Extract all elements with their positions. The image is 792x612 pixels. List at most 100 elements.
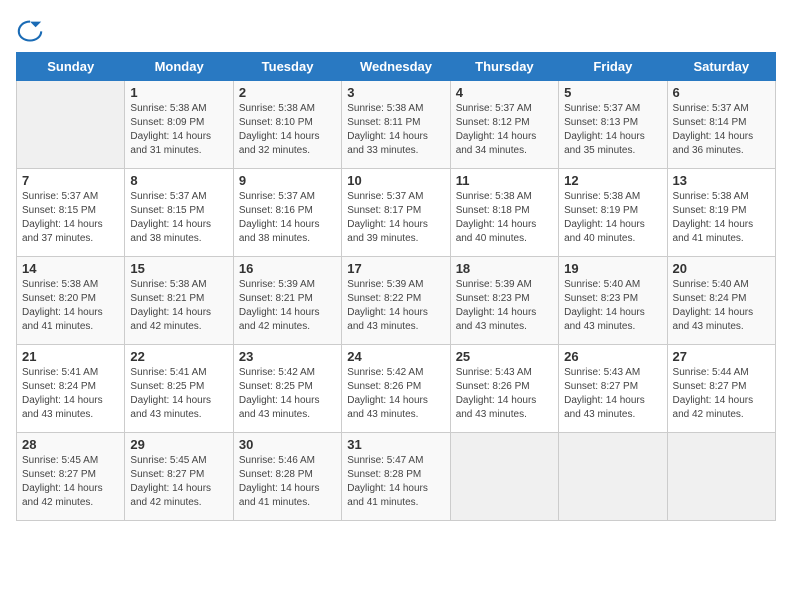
calendar-cell: 5 Sunrise: 5:37 AM Sunset: 8:13 PM Dayli…	[559, 81, 667, 169]
day-info: Sunrise: 5:43 AM Sunset: 8:27 PM Dayligh…	[564, 366, 661, 422]
calendar-week-5: 28 Sunrise: 5:45 AM Sunset: 8:27 PM Dayl…	[17, 433, 776, 521]
calendar-cell: 27 Sunrise: 5:44 AM Sunset: 8:27 PM Dayl…	[667, 345, 775, 433]
day-number: 1	[130, 85, 227, 100]
sunrise-text: Sunrise: 5:38 AM	[347, 103, 423, 114]
day-number: 16	[239, 261, 336, 276]
calendar-week-4: 21 Sunrise: 5:41 AM Sunset: 8:24 PM Dayl…	[17, 345, 776, 433]
sunrise-text: Sunrise: 5:40 AM	[673, 279, 749, 290]
sunrise-text: Sunrise: 5:43 AM	[456, 367, 532, 378]
sunrise-text: Sunrise: 5:40 AM	[564, 279, 640, 290]
sunset-text: Sunset: 8:26 PM	[456, 381, 530, 392]
daylight-text: Daylight: 14 hours and 43 minutes.	[130, 395, 211, 420]
sunset-text: Sunset: 8:22 PM	[347, 293, 421, 304]
day-number: 27	[673, 349, 770, 364]
calendar-cell: 14 Sunrise: 5:38 AM Sunset: 8:20 PM Dayl…	[17, 257, 125, 345]
day-number: 25	[456, 349, 553, 364]
day-info: Sunrise: 5:38 AM Sunset: 8:10 PM Dayligh…	[239, 102, 336, 158]
calendar-cell: 7 Sunrise: 5:37 AM Sunset: 8:15 PM Dayli…	[17, 169, 125, 257]
sunrise-text: Sunrise: 5:37 AM	[22, 191, 98, 202]
sunset-text: Sunset: 8:26 PM	[347, 381, 421, 392]
daylight-text: Daylight: 14 hours and 41 minutes.	[239, 483, 320, 508]
page-header	[16, 16, 776, 44]
calendar-cell	[667, 433, 775, 521]
daylight-text: Daylight: 14 hours and 40 minutes.	[456, 219, 537, 244]
sunset-text: Sunset: 8:19 PM	[564, 205, 638, 216]
day-number: 2	[239, 85, 336, 100]
daylight-text: Daylight: 14 hours and 43 minutes.	[347, 395, 428, 420]
sunset-text: Sunset: 8:27 PM	[22, 469, 96, 480]
sunrise-text: Sunrise: 5:43 AM	[564, 367, 640, 378]
daylight-text: Daylight: 14 hours and 42 minutes.	[673, 395, 754, 420]
sunrise-text: Sunrise: 5:42 AM	[347, 367, 423, 378]
day-number: 7	[22, 173, 119, 188]
daylight-text: Daylight: 14 hours and 43 minutes.	[347, 307, 428, 332]
calendar-body: 1 Sunrise: 5:38 AM Sunset: 8:09 PM Dayli…	[17, 81, 776, 521]
weekday-header-wednesday: Wednesday	[342, 53, 450, 81]
day-info: Sunrise: 5:42 AM Sunset: 8:26 PM Dayligh…	[347, 366, 444, 422]
day-number: 21	[22, 349, 119, 364]
daylight-text: Daylight: 14 hours and 34 minutes.	[456, 131, 537, 156]
daylight-text: Daylight: 14 hours and 42 minutes.	[130, 483, 211, 508]
day-number: 4	[456, 85, 553, 100]
daylight-text: Daylight: 14 hours and 41 minutes.	[673, 219, 754, 244]
daylight-text: Daylight: 14 hours and 41 minutes.	[22, 307, 103, 332]
sunset-text: Sunset: 8:23 PM	[564, 293, 638, 304]
day-number: 19	[564, 261, 661, 276]
day-number: 14	[22, 261, 119, 276]
day-info: Sunrise: 5:41 AM Sunset: 8:24 PM Dayligh…	[22, 366, 119, 422]
day-info: Sunrise: 5:38 AM Sunset: 8:09 PM Dayligh…	[130, 102, 227, 158]
day-info: Sunrise: 5:41 AM Sunset: 8:25 PM Dayligh…	[130, 366, 227, 422]
weekday-header-friday: Friday	[559, 53, 667, 81]
sunset-text: Sunset: 8:23 PM	[456, 293, 530, 304]
sunset-text: Sunset: 8:27 PM	[673, 381, 747, 392]
day-number: 15	[130, 261, 227, 276]
day-number: 12	[564, 173, 661, 188]
day-info: Sunrise: 5:47 AM Sunset: 8:28 PM Dayligh…	[347, 454, 444, 510]
sunrise-text: Sunrise: 5:37 AM	[564, 103, 640, 114]
sunset-text: Sunset: 8:28 PM	[239, 469, 313, 480]
sunrise-text: Sunrise: 5:38 AM	[673, 191, 749, 202]
weekday-header-tuesday: Tuesday	[233, 53, 341, 81]
day-number: 3	[347, 85, 444, 100]
calendar-cell	[450, 433, 558, 521]
daylight-text: Daylight: 14 hours and 42 minutes.	[22, 483, 103, 508]
day-info: Sunrise: 5:42 AM Sunset: 8:25 PM Dayligh…	[239, 366, 336, 422]
weekday-header-monday: Monday	[125, 53, 233, 81]
day-info: Sunrise: 5:38 AM Sunset: 8:19 PM Dayligh…	[673, 190, 770, 246]
day-info: Sunrise: 5:37 AM Sunset: 8:16 PM Dayligh…	[239, 190, 336, 246]
calendar-cell: 4 Sunrise: 5:37 AM Sunset: 8:12 PM Dayli…	[450, 81, 558, 169]
calendar-cell: 29 Sunrise: 5:45 AM Sunset: 8:27 PM Dayl…	[125, 433, 233, 521]
weekday-header-thursday: Thursday	[450, 53, 558, 81]
day-number: 10	[347, 173, 444, 188]
weekday-header-sunday: Sunday	[17, 53, 125, 81]
day-info: Sunrise: 5:37 AM Sunset: 8:12 PM Dayligh…	[456, 102, 553, 158]
day-info: Sunrise: 5:40 AM Sunset: 8:23 PM Dayligh…	[564, 278, 661, 334]
calendar-week-2: 7 Sunrise: 5:37 AM Sunset: 8:15 PM Dayli…	[17, 169, 776, 257]
day-info: Sunrise: 5:39 AM Sunset: 8:23 PM Dayligh…	[456, 278, 553, 334]
calendar-cell: 30 Sunrise: 5:46 AM Sunset: 8:28 PM Dayl…	[233, 433, 341, 521]
logo	[16, 16, 48, 44]
sunrise-text: Sunrise: 5:38 AM	[456, 191, 532, 202]
sunrise-text: Sunrise: 5:37 AM	[347, 191, 423, 202]
sunset-text: Sunset: 8:25 PM	[130, 381, 204, 392]
calendar-cell: 8 Sunrise: 5:37 AM Sunset: 8:15 PM Dayli…	[125, 169, 233, 257]
sunset-text: Sunset: 8:11 PM	[347, 117, 420, 128]
sunset-text: Sunset: 8:24 PM	[22, 381, 96, 392]
calendar-cell: 21 Sunrise: 5:41 AM Sunset: 8:24 PM Dayl…	[17, 345, 125, 433]
sunrise-text: Sunrise: 5:47 AM	[347, 455, 423, 466]
calendar-cell: 22 Sunrise: 5:41 AM Sunset: 8:25 PM Dayl…	[125, 345, 233, 433]
calendar-cell: 10 Sunrise: 5:37 AM Sunset: 8:17 PM Dayl…	[342, 169, 450, 257]
daylight-text: Daylight: 14 hours and 43 minutes.	[564, 395, 645, 420]
day-info: Sunrise: 5:37 AM Sunset: 8:14 PM Dayligh…	[673, 102, 770, 158]
weekday-header-row: SundayMondayTuesdayWednesdayThursdayFrid…	[17, 53, 776, 81]
day-info: Sunrise: 5:44 AM Sunset: 8:27 PM Dayligh…	[673, 366, 770, 422]
calendar-cell: 25 Sunrise: 5:43 AM Sunset: 8:26 PM Dayl…	[450, 345, 558, 433]
sunset-text: Sunset: 8:10 PM	[239, 117, 313, 128]
day-info: Sunrise: 5:39 AM Sunset: 8:22 PM Dayligh…	[347, 278, 444, 334]
sunset-text: Sunset: 8:19 PM	[673, 205, 747, 216]
day-info: Sunrise: 5:38 AM Sunset: 8:11 PM Dayligh…	[347, 102, 444, 158]
daylight-text: Daylight: 14 hours and 31 minutes.	[130, 131, 211, 156]
calendar-cell: 19 Sunrise: 5:40 AM Sunset: 8:23 PM Dayl…	[559, 257, 667, 345]
sunrise-text: Sunrise: 5:46 AM	[239, 455, 315, 466]
sunset-text: Sunset: 8:21 PM	[130, 293, 204, 304]
